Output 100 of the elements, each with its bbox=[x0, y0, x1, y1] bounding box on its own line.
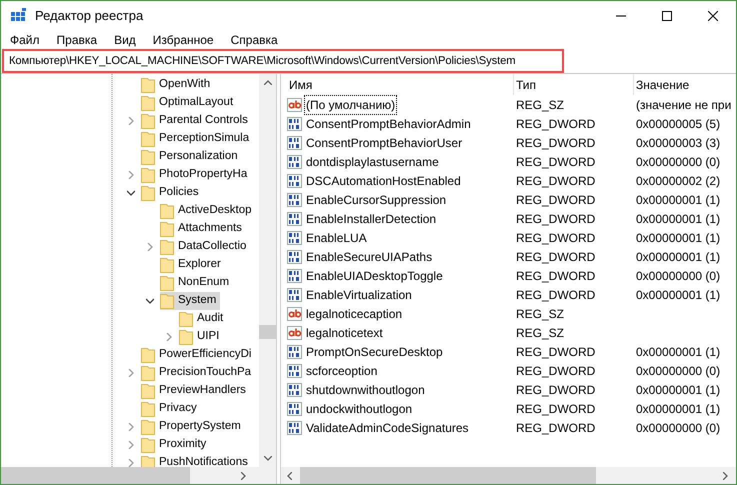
value-data: 0x00000001 (1) bbox=[636, 288, 720, 302]
tree-item[interactable]: Attachments bbox=[160, 220, 246, 238]
value-name[interactable]: ConsentPromptBehaviorAdmin bbox=[305, 114, 472, 132]
value-name[interactable]: shutdownwithoutlogon bbox=[305, 380, 426, 398]
scroll-right-icon[interactable] bbox=[723, 472, 728, 480]
value-data: 0x00000001 (1) bbox=[636, 344, 720, 358]
value-data: 0x00000001 (1) bbox=[636, 192, 720, 206]
folder-icon bbox=[141, 113, 155, 129]
tree-item[interactable]: PreviewHandlers bbox=[141, 382, 250, 400]
menu-item[interactable]: Вид bbox=[114, 31, 136, 49]
tree-item[interactable]: UIPI bbox=[179, 328, 224, 346]
tree-item[interactable]: Proximity bbox=[141, 436, 210, 454]
value-name[interactable]: EnableVirtualization bbox=[305, 286, 413, 304]
tree-item[interactable]: Personalization bbox=[141, 148, 242, 166]
value-data: 0x00000003 (3) bbox=[636, 136, 720, 150]
value-name[interactable]: EnableLUA bbox=[305, 228, 368, 246]
binary-value-icon bbox=[287, 154, 303, 170]
scroll-down-icon[interactable] bbox=[264, 456, 272, 461]
scroll-thumb[interactable] bbox=[1, 467, 190, 484]
menu-item[interactable]: Справка bbox=[230, 31, 278, 49]
tree-item[interactable]: System bbox=[160, 292, 220, 310]
horizontal-scrollbar[interactable] bbox=[281, 467, 736, 484]
folder-icon bbox=[141, 131, 155, 147]
folder-icon bbox=[141, 383, 155, 399]
value-name[interactable]: scforceoption bbox=[305, 362, 378, 380]
value-type: REG_DWORD bbox=[516, 154, 596, 168]
tree-item[interactable]: Audit bbox=[179, 310, 228, 328]
value-data: 0x00000000 (0) bbox=[636, 268, 720, 282]
column-header[interactable]: Значение bbox=[636, 76, 690, 94]
folder-icon bbox=[141, 437, 155, 453]
folder-icon bbox=[160, 293, 174, 309]
column-header[interactable]: Имя bbox=[289, 76, 312, 94]
value-name[interactable]: ConsentPromptBehaviorUser bbox=[305, 134, 464, 152]
value-type: REG_DWORD bbox=[516, 268, 596, 282]
string-value-icon bbox=[287, 306, 303, 322]
binary-value-icon bbox=[287, 230, 303, 246]
tree-item[interactable]: Privacy bbox=[141, 400, 201, 418]
tree-item[interactable]: NonEnum bbox=[160, 274, 234, 292]
folder-icon bbox=[160, 221, 174, 237]
folder-icon bbox=[141, 365, 155, 381]
value-data: 0x00000001 (1) bbox=[636, 250, 720, 264]
folder-icon bbox=[141, 347, 155, 363]
value-name[interactable]: EnableUIADesktopToggle bbox=[305, 266, 444, 284]
value-type: REG_SZ bbox=[516, 326, 564, 340]
value-data: (значение не при bbox=[636, 98, 732, 112]
scroll-left-icon[interactable] bbox=[287, 472, 292, 480]
tree-item[interactable]: OptimalLayout bbox=[141, 94, 238, 112]
folder-icon bbox=[141, 419, 155, 435]
binary-value-icon bbox=[287, 344, 303, 360]
tree-item[interactable]: PowerEfficiencyDi bbox=[141, 346, 256, 364]
column-header[interactable]: Тип bbox=[516, 76, 536, 94]
value-data: 0x00000001 (1) bbox=[636, 402, 720, 416]
value-type: REG_DWORD bbox=[516, 212, 596, 226]
tree-item[interactable]: PrecisionTouchPa bbox=[141, 364, 256, 382]
menu-item[interactable]: Файл bbox=[10, 31, 40, 49]
value-type: REG_DWORD bbox=[516, 402, 596, 416]
folder-icon bbox=[141, 95, 155, 111]
value-name[interactable]: legalnoticecaption bbox=[305, 304, 404, 322]
close-icon bbox=[708, 11, 718, 21]
scroll-up-icon[interactable] bbox=[264, 80, 272, 85]
vertical-scrollbar[interactable] bbox=[259, 74, 276, 467]
binary-value-icon bbox=[287, 362, 303, 378]
value-name[interactable]: legalnoticetext bbox=[305, 324, 384, 342]
value-name[interactable]: DSCAutomationHostEnabled bbox=[305, 172, 462, 190]
folder-icon bbox=[141, 149, 155, 165]
scroll-thumb[interactable] bbox=[300, 467, 596, 484]
value-name[interactable]: EnableSecureUIAPaths bbox=[305, 248, 434, 266]
value-name[interactable]: EnableCursorSuppression bbox=[305, 190, 448, 208]
value-data: 0x00000001 (1) bbox=[636, 212, 720, 226]
tree-item[interactable]: ActiveDesktop bbox=[160, 202, 256, 220]
tree-item[interactable]: PropertySystem bbox=[141, 418, 245, 436]
value-name[interactable]: EnableInstallerDetection bbox=[305, 210, 438, 228]
value-type: REG_DWORD bbox=[516, 288, 596, 302]
tree-item[interactable]: PushNotifications bbox=[141, 454, 252, 467]
tree-item[interactable]: Parental Controls bbox=[141, 112, 252, 130]
value-name[interactable]: dontdisplaylastusername bbox=[305, 152, 440, 170]
value-data: 0x00000001 (1) bbox=[636, 382, 720, 396]
value-type: REG_DWORD bbox=[516, 344, 596, 358]
value-data: 0x00000000 (0) bbox=[636, 364, 720, 378]
menu-item[interactable]: Правка bbox=[56, 31, 98, 49]
horizontal-scrollbar[interactable] bbox=[1, 467, 276, 484]
scroll-right-icon[interactable] bbox=[241, 472, 246, 480]
value-name[interactable]: (По умолчанию) bbox=[305, 96, 396, 114]
tree-item[interactable]: OpenWith bbox=[141, 76, 214, 94]
tree-item[interactable]: Policies bbox=[141, 184, 203, 202]
tree-item[interactable]: PhotoPropertyHa bbox=[141, 166, 252, 184]
value-type: REG_DWORD bbox=[516, 116, 596, 130]
menu-item[interactable]: Избранное bbox=[152, 31, 214, 49]
tree-item[interactable]: DataCollectio bbox=[160, 238, 250, 256]
scroll-thumb[interactable] bbox=[259, 325, 276, 339]
binary-value-icon bbox=[287, 420, 303, 436]
value-name[interactable]: undockwithoutlogon bbox=[305, 400, 414, 418]
value-type: REG_DWORD bbox=[516, 136, 596, 150]
value-name[interactable]: ValidateAdminCodeSignatures bbox=[305, 418, 470, 436]
tree-item[interactable]: PerceptionSimula bbox=[141, 130, 254, 148]
address-bar[interactable]: Компьютер\HKEY_LOCAL_MACHINE\SOFTWARE\Microsoft\Windows\CurrentVersion\Policies\System bbox=[2, 49, 564, 73]
string-value-icon bbox=[287, 96, 303, 112]
tree-item[interactable]: Explorer bbox=[160, 256, 225, 274]
folder-icon bbox=[160, 257, 174, 273]
value-name[interactable]: PromptOnSecureDesktop bbox=[305, 342, 444, 360]
